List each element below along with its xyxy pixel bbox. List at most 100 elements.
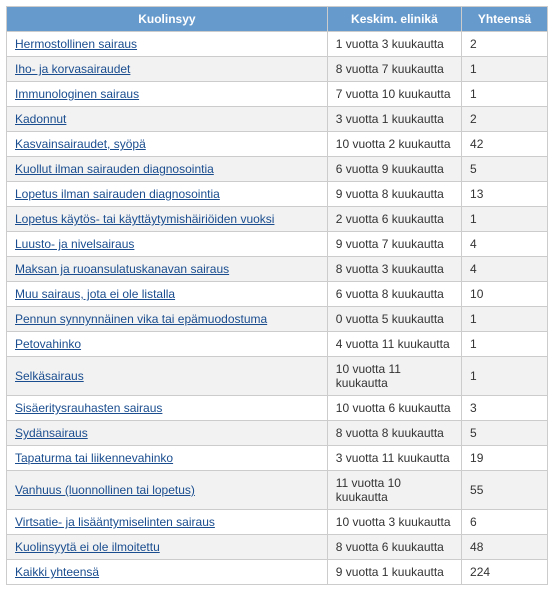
cell-cause: Sydänsairaus <box>7 421 328 446</box>
cell-total: 1 <box>462 207 548 232</box>
cell-cause: Maksan ja ruoansulatuskanavan sairaus <box>7 257 328 282</box>
table-row: Lopetus ilman sairauden diagnosointia 9 v… <box>7 182 548 207</box>
table-row: Vanhuus (luonnollinen tai lopetus) 11 vuo… <box>7 471 548 510</box>
table-row: Maksan ja ruoansulatuskanavan sairaus 8 v… <box>7 257 548 282</box>
cell-total: 13 <box>462 182 548 207</box>
cause-link[interactable]: Sydänsairaus <box>15 426 88 440</box>
cause-link[interactable]: Kuolinsyytä ei ole ilmoitettu <box>15 540 160 554</box>
cell-total: 42 <box>462 132 548 157</box>
cause-link[interactable]: Sisäeritysrauhasten sairaus <box>15 401 162 415</box>
cell-cause: Hermostollinen sairaus <box>7 32 328 57</box>
cause-link[interactable]: Vanhuus (luonnollinen tai lopetus) <box>15 483 195 497</box>
cell-cause: Muu sairaus, jota ei ole listalla <box>7 282 328 307</box>
cause-link[interactable]: Tapaturma tai liikennevahinko <box>15 451 173 465</box>
cell-total: 2 <box>462 32 548 57</box>
header-avg-life: Keskim. elinikä <box>327 7 461 32</box>
cell-cause: Vanhuus (luonnollinen tai lopetus) <box>7 471 328 510</box>
cell-total: 19 <box>462 446 548 471</box>
table-header-row: Kuolinsyy Keskim. elinikä Yhteensä <box>7 7 548 32</box>
cell-avg-life: 8 vuotta 7 kuukautta <box>327 57 461 82</box>
cell-cause: Kasvainsairaudet, syöpä <box>7 132 328 157</box>
table-row: Kasvainsairaudet, syöpä 10 vuotta 2 kuuka… <box>7 132 548 157</box>
cell-avg-life: 8 vuotta 6 kuukautta <box>327 535 461 560</box>
cell-cause: Pennun synnynnäinen vika tai epämuodostu… <box>7 307 328 332</box>
cause-link[interactable]: Kasvainsairaudet, syöpä <box>15 137 146 151</box>
cause-link[interactable]: Kadonnut <box>15 112 66 126</box>
cell-avg-life: 8 vuotta 8 kuukautta <box>327 421 461 446</box>
cause-link[interactable]: Lopetus ilman sairauden diagnosointia <box>15 187 220 201</box>
cell-total: 3 <box>462 396 548 421</box>
cell-total: 48 <box>462 535 548 560</box>
table-row: Kaikki yhteensä 9 vuotta 1 kuukautta224 <box>7 560 548 585</box>
cell-total: 4 <box>462 232 548 257</box>
cell-total: 2 <box>462 107 548 132</box>
cause-link[interactable]: Lopetus käytös- tai käyttäytymishäiriöid… <box>15 212 274 226</box>
header-cause: Kuolinsyy <box>7 7 328 32</box>
cause-link[interactable]: Kaikki yhteensä <box>15 565 99 579</box>
cell-cause: Tapaturma tai liikennevahinko <box>7 446 328 471</box>
cell-total: 10 <box>462 282 548 307</box>
cell-cause: Luusto- ja nivelsairaus <box>7 232 328 257</box>
cell-cause: Kaikki yhteensä <box>7 560 328 585</box>
cause-link[interactable]: Pennun synnynnäinen vika tai epämuodostu… <box>15 312 267 326</box>
cell-cause: Lopetus ilman sairauden diagnosointia <box>7 182 328 207</box>
cell-avg-life: 9 vuotta 7 kuukautta <box>327 232 461 257</box>
cell-avg-life: 6 vuotta 8 kuukautta <box>327 282 461 307</box>
cell-avg-life: 10 vuotta 2 kuukautta <box>327 132 461 157</box>
cell-total: 224 <box>462 560 548 585</box>
cell-avg-life: 9 vuotta 8 kuukautta <box>327 182 461 207</box>
cell-total: 55 <box>462 471 548 510</box>
cell-cause: Petovahinko <box>7 332 328 357</box>
cell-cause: Virtsatie- ja lisääntymiselinten sairaus <box>7 510 328 535</box>
cell-avg-life: 11 vuotta 10 kuukautta <box>327 471 461 510</box>
table-row: Lopetus käytös- tai käyttäytymishäiriöid… <box>7 207 548 232</box>
table-row: Sydänsairaus 8 vuotta 8 kuukautta5 <box>7 421 548 446</box>
cell-avg-life: 0 vuotta 5 kuukautta <box>327 307 461 332</box>
cell-avg-life: 10 vuotta 6 kuukautta <box>327 396 461 421</box>
cause-link[interactable]: Selkäsairaus <box>15 369 84 383</box>
cause-link[interactable]: Luusto- ja nivelsairaus <box>15 237 134 251</box>
cell-cause: Selkäsairaus <box>7 357 328 396</box>
table-row: Immunologinen sairaus 7 vuotta 10 kuukaut… <box>7 82 548 107</box>
cause-link[interactable]: Muu sairaus, jota ei ole listalla <box>15 287 175 301</box>
cell-total: 5 <box>462 157 548 182</box>
cell-avg-life: 8 vuotta 3 kuukautta <box>327 257 461 282</box>
cause-link[interactable]: Iho- ja korvasairaudet <box>15 62 130 76</box>
table-row: Luusto- ja nivelsairaus 9 vuotta 7 kuukau… <box>7 232 548 257</box>
cell-cause: Sisäeritysrauhasten sairaus <box>7 396 328 421</box>
cell-avg-life: 7 vuotta 10 kuukautta <box>327 82 461 107</box>
cell-avg-life: 2 vuotta 6 kuukautta <box>327 207 461 232</box>
table-row: Selkäsairaus 10 vuotta 11 kuukautta1 <box>7 357 548 396</box>
cause-link[interactable]: Petovahinko <box>15 337 81 351</box>
cell-avg-life: 3 vuotta 1 kuukautta <box>327 107 461 132</box>
cell-avg-life: 9 vuotta 1 kuukautta <box>327 560 461 585</box>
table-row: Kuolinsyytä ei ole ilmoitettu 8 vuotta 6 … <box>7 535 548 560</box>
cause-link[interactable]: Immunologinen sairaus <box>15 87 139 101</box>
cell-cause: Kuollut ilman sairauden diagnosointia <box>7 157 328 182</box>
cell-total: 6 <box>462 510 548 535</box>
cause-link[interactable]: Hermostollinen sairaus <box>15 37 137 51</box>
cell-total: 5 <box>462 421 548 446</box>
cell-total: 1 <box>462 332 548 357</box>
table-row: Iho- ja korvasairaudet 8 vuotta 7 kuukaut… <box>7 57 548 82</box>
cause-link[interactable]: Maksan ja ruoansulatuskanavan sairaus <box>15 262 229 276</box>
table-row: Petovahinko4 vuotta 11 kuukautta1 <box>7 332 548 357</box>
cause-link[interactable]: Kuollut ilman sairauden diagnosointia <box>15 162 214 176</box>
cell-cause: Kadonnut <box>7 107 328 132</box>
cell-avg-life: 3 vuotta 11 kuukautta <box>327 446 461 471</box>
table-row: Hermostollinen sairaus 1 vuotta 3 kuukaut… <box>7 32 548 57</box>
causes-of-death-table: Kuolinsyy Keskim. elinikä Yhteensä Hermo… <box>6 6 548 585</box>
cell-cause: Lopetus käytös- tai käyttäytymishäiriöid… <box>7 207 328 232</box>
header-total: Yhteensä <box>462 7 548 32</box>
table-row: Muu sairaus, jota ei ole listalla 6 vuott… <box>7 282 548 307</box>
cell-cause: Immunologinen sairaus <box>7 82 328 107</box>
cell-avg-life: 1 vuotta 3 kuukautta <box>327 32 461 57</box>
table-row: Pennun synnynnäinen vika tai epämuodostu… <box>7 307 548 332</box>
cell-avg-life: 10 vuotta 11 kuukautta <box>327 357 461 396</box>
cell-total: 1 <box>462 57 548 82</box>
cell-total: 4 <box>462 257 548 282</box>
cell-total: 1 <box>462 357 548 396</box>
cause-link[interactable]: Virtsatie- ja lisääntymiselinten sairaus <box>15 515 215 529</box>
table-row: Virtsatie- ja lisääntymiselinten sairaus… <box>7 510 548 535</box>
table-row: Tapaturma tai liikennevahinko 3 vuotta 11… <box>7 446 548 471</box>
